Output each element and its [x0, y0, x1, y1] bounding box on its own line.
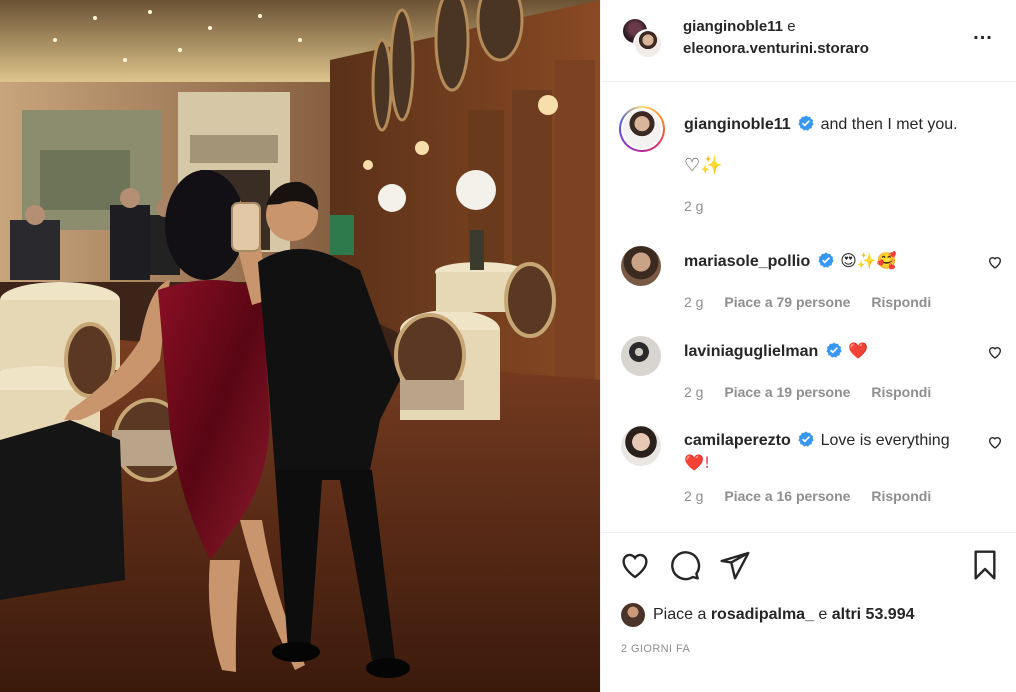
comment-body: Love is everything — [820, 432, 950, 449]
bookmark-icon[interactable] — [969, 549, 1001, 581]
collab-avatars[interactable] — [621, 17, 665, 61]
comment-timestamp[interactable]: 2 g — [684, 488, 703, 504]
author-username-1[interactable]: gianginoble11 — [683, 18, 783, 35]
reply-button[interactable]: Rispondi — [871, 384, 931, 400]
verified-badge-icon — [818, 252, 834, 268]
post-date[interactable]: 2 GIORNI FA — [621, 643, 690, 655]
likes-summary: Piace a rosadipalma_ e altri 53.994 — [621, 601, 915, 629]
heart-icon[interactable] — [619, 549, 651, 581]
likes-others[interactable]: altri 53.994 — [832, 606, 915, 623]
comment-username[interactable]: camilaperezto — [684, 432, 791, 449]
comment-meta: 2 g Piace a 16 persone Rispondi — [684, 488, 948, 504]
share-icon[interactable] — [719, 549, 751, 581]
avatar[interactable] — [619, 106, 665, 152]
post-details-panel: gianginoble11 e eleonora.venturini.stora… — [600, 0, 1016, 692]
liker-username[interactable]: rosadipalma_ — [711, 606, 814, 623]
comment-icon[interactable] — [669, 549, 701, 581]
comment-body-line2: ❤️! — [684, 453, 711, 472]
comment-username[interactable]: mariasole_pollio — [684, 253, 810, 270]
heart-icon[interactable] — [987, 434, 1003, 450]
avatar[interactable] — [621, 336, 661, 376]
caption-timestamp[interactable]: 2 g — [684, 198, 703, 214]
comment-item: camilaperezto Love is everything ❤️! 2 g… — [601, 426, 1016, 522]
comment-meta: 2 g Piace a 19 persone Rispondi — [684, 384, 948, 400]
verified-badge-icon — [798, 431, 814, 447]
author-separator: e — [787, 18, 796, 35]
comment-likes[interactable]: Piace a 16 persone — [724, 488, 850, 504]
comment-text-line: laviniaguglielman ❤️ — [684, 340, 984, 363]
post-header: gianginoble11 e eleonora.venturini.stora… — [601, 0, 1016, 82]
caption-text-line: gianginoble11 and then I met you. — [684, 114, 994, 136]
comment-body: ❤️ — [848, 341, 869, 360]
avatar[interactable] — [621, 602, 645, 627]
likes-conj: e — [813, 606, 832, 623]
comment-item: laviniaguglielman ❤️ 2 g Piace a 19 pers… — [601, 336, 1016, 416]
verified-badge-icon — [826, 342, 842, 358]
caption-body: and then I met you. — [820, 116, 958, 133]
verified-badge-icon — [798, 115, 814, 131]
reply-button[interactable]: Rispondi — [871, 294, 931, 310]
comment-body: 😍✨🥰 — [840, 251, 897, 270]
author-username-2[interactable]: eleonora.venturini.storaro — [683, 40, 869, 57]
comment-timestamp[interactable]: 2 g — [684, 384, 703, 400]
comment-text-line: mariasole_pollio 😍✨🥰 — [684, 250, 984, 273]
comment-username[interactable]: laviniaguglielman — [684, 343, 818, 360]
comment-item: mariasole_pollio 😍✨🥰 2 g Piace a 79 pers… — [601, 246, 1016, 326]
comment-likes[interactable]: Piace a 19 persone — [724, 384, 850, 400]
post-authors: gianginoble11 e eleonora.venturini.stora… — [683, 16, 869, 60]
post-actions: Piace a rosadipalma_ e altri 53.994 2 GI… — [601, 532, 1016, 692]
comment-likes[interactable]: Piace a 79 persone — [724, 294, 850, 310]
avatar[interactable] — [621, 246, 661, 286]
reply-button[interactable]: Rispondi — [871, 488, 931, 504]
comment-text-line: camilaperezto Love is everything ❤️! — [684, 430, 984, 475]
avatar[interactable] — [633, 29, 663, 59]
comment-meta: 2 g Piace a 79 persone Rispondi — [684, 294, 948, 310]
comment-timestamp[interactable]: 2 g — [684, 294, 703, 310]
heart-icon[interactable] — [987, 344, 1003, 360]
caption-emojis: ♡✨ — [684, 155, 723, 176]
post-image — [0, 0, 600, 692]
caption-username[interactable]: gianginoble11 — [684, 116, 791, 133]
avatar[interactable] — [621, 426, 661, 466]
heart-icon[interactable] — [987, 254, 1003, 270]
more-icon[interactable]: ... — [971, 23, 995, 48]
post-photo[interactable] — [0, 0, 600, 692]
likes-prefix: Piace a — [653, 606, 711, 623]
